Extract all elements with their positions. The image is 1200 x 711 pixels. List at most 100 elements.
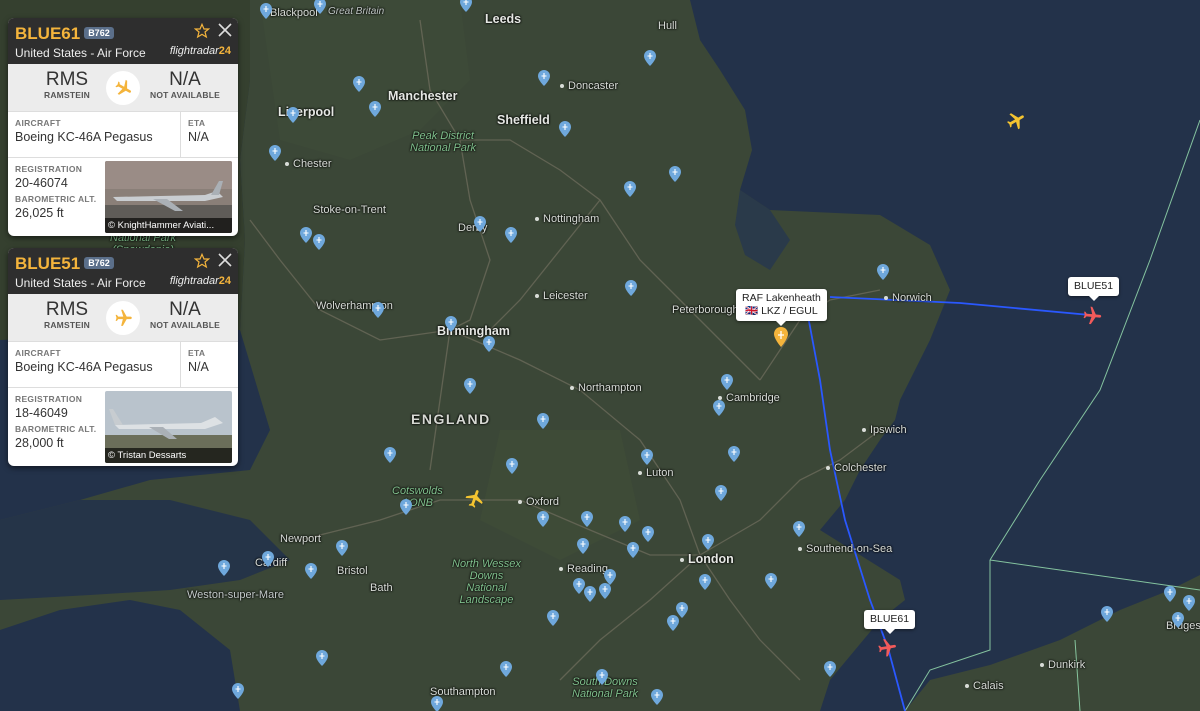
airport-pin-icon[interactable] (644, 50, 656, 66)
airport-pin-icon[interactable] (581, 511, 593, 527)
card-header: BLUE51 B762 United States - Air Force fli… (8, 248, 238, 294)
aircraft-icon[interactable] (1005, 110, 1027, 137)
airport-pin-icon[interactable] (400, 499, 412, 515)
aircraft-type-badge: B762 (84, 257, 114, 269)
airport-pin-icon[interactable] (641, 449, 653, 465)
destination-airport[interactable]: N/A NOT AVAILABLE (140, 300, 230, 331)
airport-pin-icon[interactable] (573, 578, 585, 594)
airport-pin-icon[interactable] (537, 413, 549, 429)
place-calais: Calais (965, 680, 1004, 692)
airport-pin-icon[interactable] (669, 166, 681, 182)
airport-pin-icon[interactable] (305, 563, 317, 579)
airport-pin-icon[interactable] (313, 234, 325, 250)
airport-pin-icon[interactable] (300, 227, 312, 243)
airport-pin-icon[interactable] (384, 447, 396, 463)
airport-pin-icon[interactable] (715, 485, 727, 501)
airport-pin-icon[interactable] (538, 70, 550, 86)
airport-pin-icon[interactable] (218, 560, 230, 576)
airport-pin-icon[interactable] (269, 145, 281, 161)
airport-pin-icon[interactable] (369, 101, 381, 117)
place-reading: Reading (559, 563, 608, 575)
flight-card-blue51[interactable]: BLUE51 B762 United States - Air Force fli… (8, 248, 238, 466)
airport-pin-icon[interactable] (262, 551, 274, 567)
origin-airport[interactable]: RMS RAMSTEIN (22, 299, 112, 331)
airport-pin-icon[interactable] (1183, 595, 1195, 611)
airport-pin-icon[interactable] (474, 216, 486, 232)
callsign: BLUE61 (15, 24, 81, 43)
place-hull: Hull (658, 20, 677, 32)
selected-airport-pin-icon[interactable] (774, 327, 788, 347)
airport-pin-icon[interactable] (1101, 606, 1113, 622)
airport-pin-icon[interactable] (505, 227, 517, 243)
aircraft-photo[interactable]: © Tristan Dessarts (105, 391, 232, 463)
airport-pin-icon[interactable] (287, 107, 299, 123)
airport-pin-icon[interactable] (1172, 612, 1184, 628)
airport-pin-icon[interactable] (445, 316, 457, 332)
airport-pin-icon[interactable] (372, 302, 384, 318)
airport-pin-icon[interactable] (699, 574, 711, 590)
airport-pin-icon[interactable] (624, 181, 636, 197)
airport-pin-icon[interactable] (728, 446, 740, 462)
destination-name: NOT AVAILABLE (150, 90, 220, 100)
close-icon[interactable] (218, 23, 232, 37)
place-norwich: Norwich (884, 292, 932, 304)
airport-pin-icon[interactable] (619, 516, 631, 532)
logo-number: 24 (218, 45, 231, 57)
airport-pin-icon[interactable] (651, 689, 663, 705)
airport-pin-icon[interactable] (464, 378, 476, 394)
airport-pin-icon[interactable] (537, 511, 549, 527)
airport-pin-icon[interactable] (431, 696, 443, 711)
origin-code: RMS (45, 299, 89, 320)
airport-pin-icon[interactable] (702, 534, 714, 550)
close-icon[interactable] (218, 253, 232, 267)
airport-pin-icon[interactable] (765, 573, 777, 589)
airport-pin-icon[interactable] (353, 76, 365, 92)
place-weston: Weston-super-Mare (187, 589, 284, 601)
airport-pin-icon[interactable] (599, 583, 611, 599)
eta-column: ETA N/A (180, 342, 216, 387)
callout-blue51[interactable]: BLUE51 (1068, 277, 1120, 301)
aircraft-blue51-icon[interactable] (1081, 305, 1103, 332)
airport-pin-icon[interactable] (314, 0, 326, 14)
airport-pin-icon[interactable] (713, 400, 725, 416)
airport-pin-icon[interactable] (500, 661, 512, 677)
airport-pin-icon[interactable] (584, 586, 596, 602)
airport-pin-icon[interactable] (676, 602, 688, 618)
route-panel: RMS RAMSTEIN N/A NOT AVAILABLE (8, 294, 238, 342)
callout-airport-lakenheath[interactable]: RAF Lakenheath 🇬🇧 LKZ / EGUL (736, 289, 827, 326)
airport-pin-icon[interactable] (1164, 586, 1176, 602)
airport-pin-icon[interactable] (721, 374, 733, 390)
airport-pin-icon[interactable] (627, 542, 639, 558)
card-header: BLUE61 B762 United States - Air Force fli… (8, 18, 238, 64)
airport-pin-icon[interactable] (460, 0, 472, 12)
airport-pin-icon[interactable] (506, 458, 518, 474)
airport-pin-icon[interactable] (877, 264, 889, 280)
callout-blue61[interactable]: BLUE61 (864, 610, 916, 634)
origin-airport[interactable]: RMS RAMSTEIN (22, 70, 112, 101)
airport-pin-icon[interactable] (547, 610, 559, 626)
airport-pin-icon[interactable] (625, 280, 637, 296)
destination-airport[interactable]: N/A NOT AVAILABLE (140, 70, 230, 101)
flight-card-blue61[interactable]: BLUE61 B762 United States - Air Force fli… (8, 18, 238, 236)
aircraft-photo[interactable]: © KnightHammer Aviati... (105, 161, 232, 233)
airport-pin-icon[interactable] (559, 121, 571, 137)
aircraft-type-badge: B762 (84, 27, 114, 39)
airport-pin-icon[interactable] (596, 669, 608, 685)
airport-pin-icon[interactable] (824, 661, 836, 677)
airport-pin-icon[interactable] (316, 650, 328, 666)
aircraft-icon[interactable] (464, 488, 486, 515)
airport-pin-icon[interactable] (642, 526, 654, 542)
place-ipswich: Ipswich (862, 424, 907, 436)
aircraft-blue61-icon[interactable] (876, 637, 898, 664)
airport-pin-icon[interactable] (577, 538, 589, 554)
star-icon[interactable] (193, 22, 211, 39)
star-icon[interactable] (193, 252, 211, 269)
airport-pin-icon[interactable] (260, 3, 272, 19)
airport-pin-icon[interactable] (232, 683, 244, 699)
registration-section: REGISTRATION 18-46049 BAROMETRIC ALT. 28… (8, 388, 238, 466)
airport-pin-icon[interactable] (336, 540, 348, 556)
place-manchester: Manchester (388, 89, 458, 103)
airport-pin-icon[interactable] (793, 521, 805, 537)
airport-pin-icon[interactable] (483, 336, 495, 352)
plane-direction-icon (106, 71, 140, 105)
